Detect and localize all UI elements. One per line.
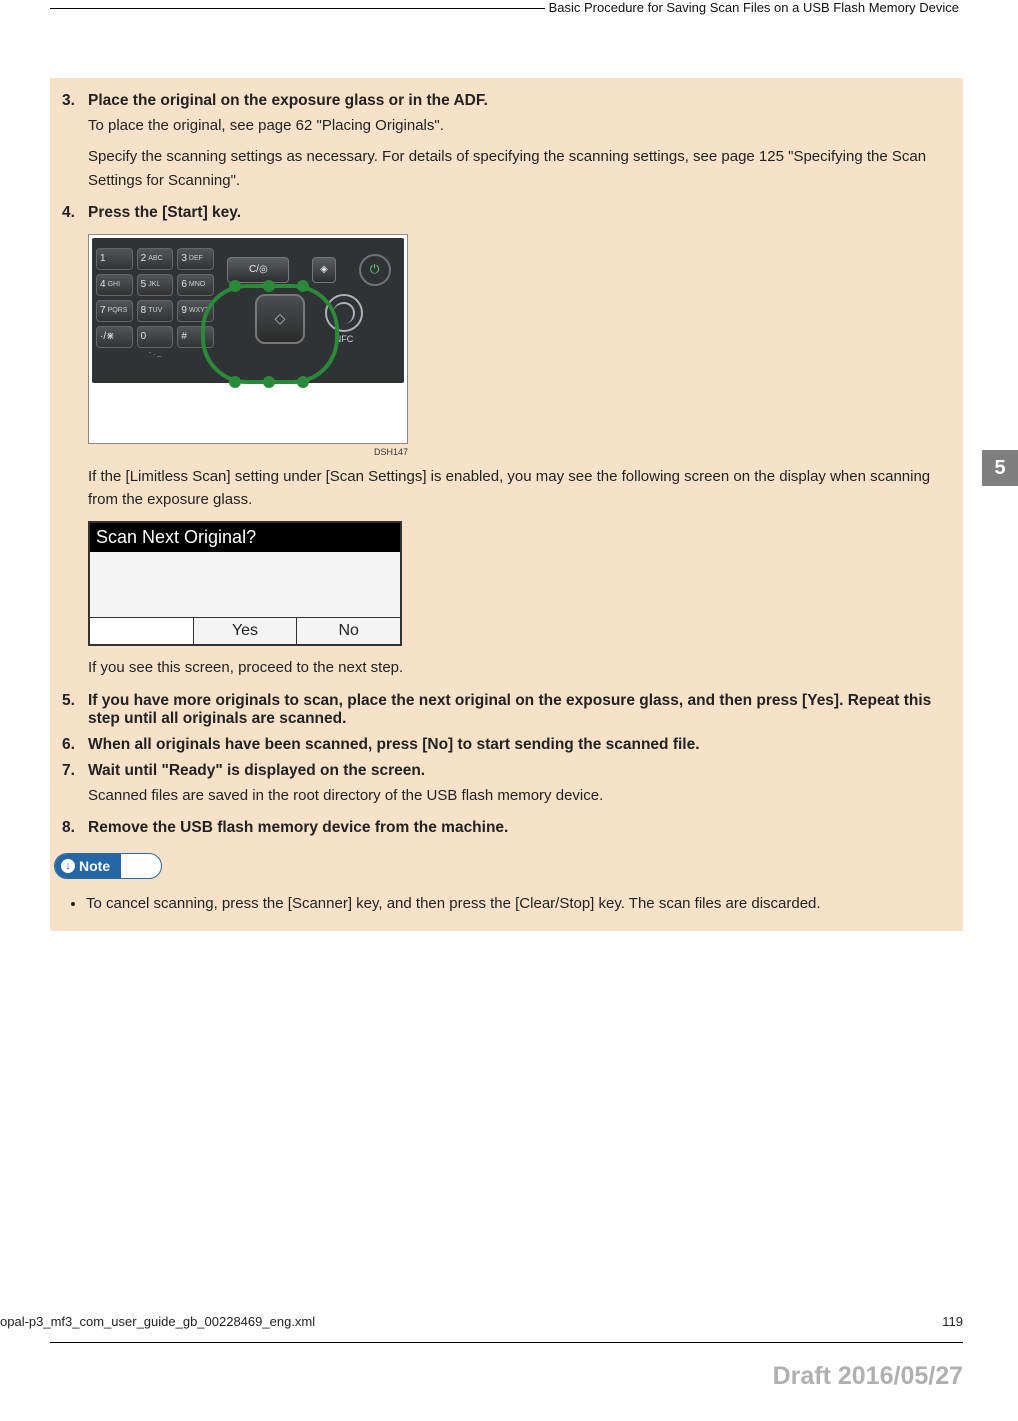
key-3: 3DEF xyxy=(177,248,214,270)
key-0: 0 xyxy=(137,326,174,348)
step-5: 5. If you have more originals to scan, p… xyxy=(62,692,943,732)
key-star: ·/⋇ xyxy=(96,326,133,348)
keypad-sublabel: - . _ xyxy=(96,350,214,357)
running-head: Basic Procedure for Saving Scan Files on… xyxy=(545,0,963,15)
step-para: Scanned files are saved in the root dire… xyxy=(88,784,943,807)
step-para: Specify the scanning settings as necessa… xyxy=(88,145,943,192)
figure-code: DSH147 xyxy=(88,447,408,457)
note-item: To cancel scanning, press the [Scanner] … xyxy=(86,893,943,916)
key-2: 2ABC xyxy=(137,248,174,270)
step-para: If you see this screen, proceed to the n… xyxy=(88,656,943,679)
step-3: 3. Place the original on the exposure gl… xyxy=(62,92,943,200)
step-para: If the [Limitless Scan] setting under [S… xyxy=(88,465,943,512)
step-title: Press the [Start] key. xyxy=(88,204,943,222)
step-para: To place the original, see page 62 "Plac… xyxy=(88,114,943,137)
chapter-tab: 5 xyxy=(982,450,1018,486)
density-key: ◈ xyxy=(312,257,336,283)
step-title: Remove the USB flash memory device from … xyxy=(88,819,943,837)
step-number: 7. xyxy=(62,762,88,815)
draft-stamp: Draft 2016/05/27 xyxy=(773,1362,963,1391)
key-7: 7PQRS xyxy=(96,300,133,322)
step-title: Wait until "Ready" is displayed on the s… xyxy=(88,762,943,780)
step-number: 6. xyxy=(62,736,88,758)
lcd-no-button: No xyxy=(296,618,400,644)
step-4: 4. Press the [Start] key. 1 2ABC 3DEF xyxy=(62,204,943,688)
key-1: 1 xyxy=(96,248,133,270)
callout-highlight-ring xyxy=(201,284,339,384)
step-title: Place the original on the exposure glass… xyxy=(88,92,943,110)
note-label-text: Note xyxy=(79,855,110,877)
note-heading: ↓ Note xyxy=(54,853,162,879)
key-6: 6MNO xyxy=(177,274,214,296)
step-number: 4. xyxy=(62,204,88,688)
numeric-keypad: 1 2ABC 3DEF 4GHI 5JKL 6MNO xyxy=(96,248,214,357)
step-number: 3. xyxy=(62,92,88,200)
step-7: 7. Wait until "Ready" is displayed on th… xyxy=(62,762,943,815)
note-icon: ↓ xyxy=(61,859,75,873)
lcd-title: Scan Next Original? xyxy=(90,523,400,552)
power-key: ⏻ xyxy=(359,254,391,286)
content-box: 3. Place the original on the exposure gl… xyxy=(50,78,963,931)
step-8: 8. Remove the USB flash memory device fr… xyxy=(62,819,943,841)
page-footer: opal-p3_mf3_com_user_guide_gb_00228469_e… xyxy=(0,1314,963,1329)
control-panel-figure: 1 2ABC 3DEF 4GHI 5JKL 6MNO xyxy=(88,234,943,457)
key-4: 4GHI xyxy=(96,274,133,296)
lcd-yes-button: Yes xyxy=(193,618,297,644)
step-6: 6. When all originals have been scanned,… xyxy=(62,736,943,758)
lcd-screen-figure: Scan Next Original? Yes No xyxy=(88,521,402,646)
footer-file-ref: opal-p3_mf3_com_user_guide_gb_00228469_e… xyxy=(0,1314,315,1329)
key-8: 8TUV xyxy=(137,300,174,322)
footer-page-number: 119 xyxy=(942,1314,963,1329)
clear-stop-key: C/◎ xyxy=(227,257,289,283)
bottom-rule xyxy=(50,1342,963,1343)
step-number: 5. xyxy=(62,692,88,732)
key-5: 5JKL xyxy=(137,274,174,296)
step-title: If you have more originals to scan, plac… xyxy=(88,692,943,728)
step-title: When all originals have been scanned, pr… xyxy=(88,736,943,754)
note-list: To cancel scanning, press the [Scanner] … xyxy=(86,893,943,916)
step-number: 8. xyxy=(62,819,88,841)
